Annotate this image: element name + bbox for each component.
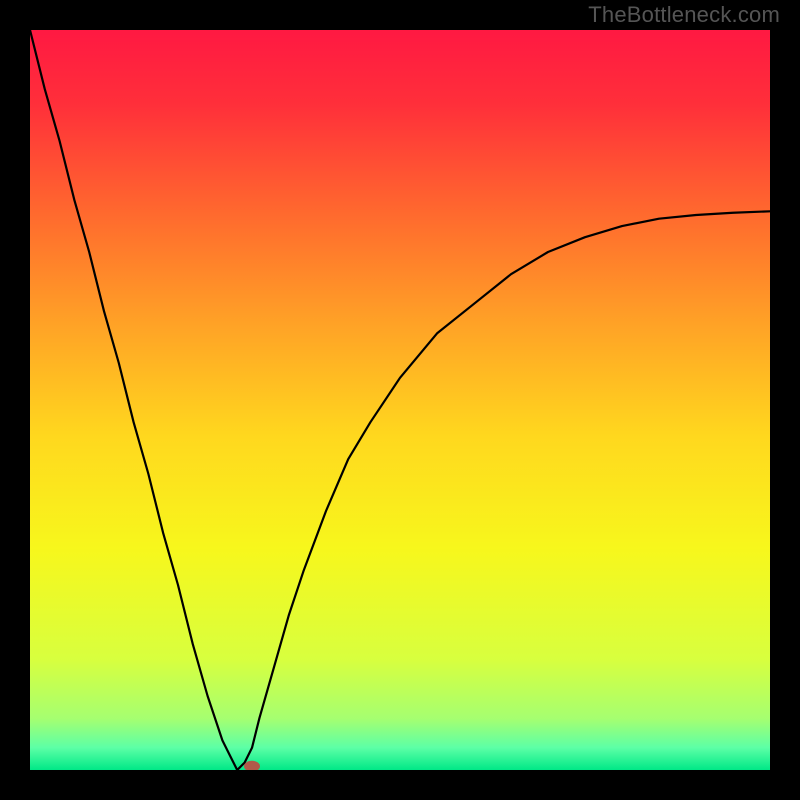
plot-area <box>30 30 770 770</box>
chart-frame: TheBottleneck.com <box>0 0 800 800</box>
attribution-text: TheBottleneck.com <box>588 2 780 28</box>
plot-svg <box>30 30 770 770</box>
gradient-background <box>30 30 770 770</box>
